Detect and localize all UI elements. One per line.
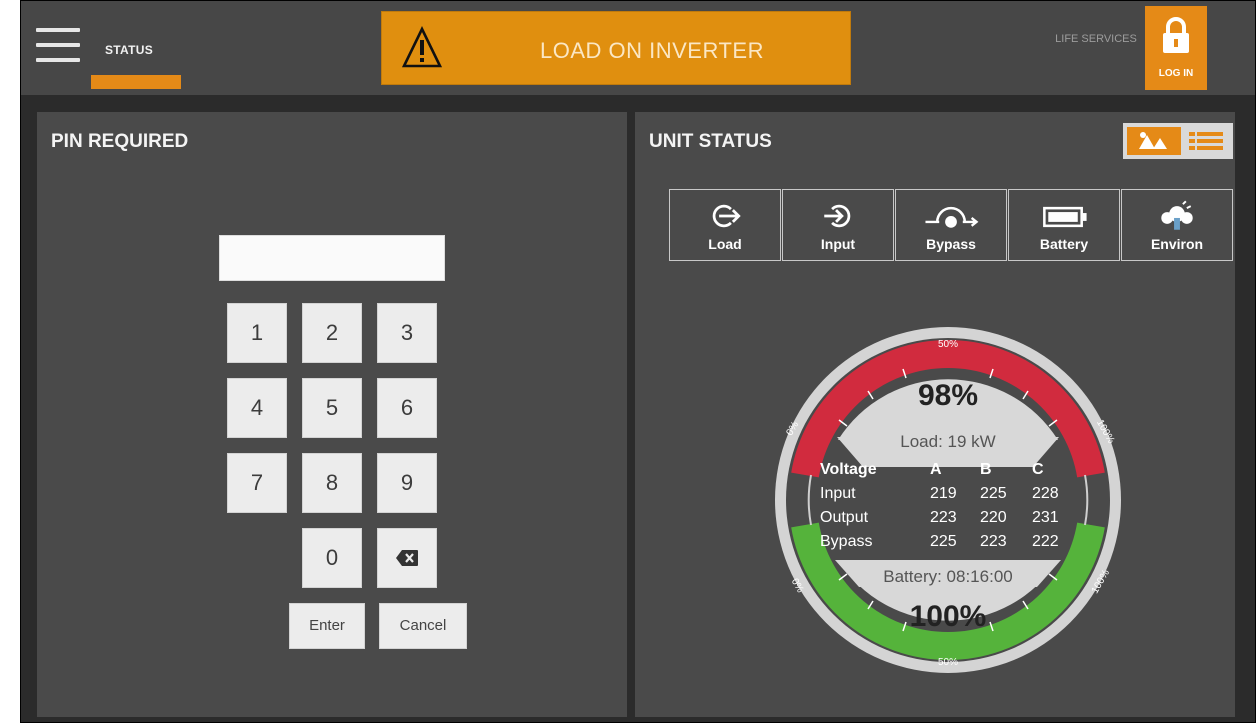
tab-environ-label: Environ bbox=[1150, 236, 1204, 252]
unit-status-title: UNIT STATUS bbox=[649, 131, 772, 152]
login-button[interactable]: LOG IN bbox=[1145, 6, 1207, 90]
active-tab-indicator bbox=[91, 75, 181, 89]
row-label: Input bbox=[820, 485, 856, 502]
tab-status-label: STATUS bbox=[105, 43, 154, 57]
backspace-icon bbox=[396, 550, 418, 566]
mimic-view-icon bbox=[1139, 132, 1167, 149]
graphic-view-button[interactable] bbox=[1127, 127, 1181, 155]
unit-status-panel: UNIT STATUS Load Input Bypass Battery En… bbox=[635, 112, 1235, 717]
key-4[interactable]: 4 bbox=[227, 378, 287, 438]
row-label: Bypass bbox=[820, 533, 873, 550]
load-arc-label-mid: 50% bbox=[938, 339, 958, 350]
lock-icon bbox=[1163, 17, 1189, 53]
load-kw: Load: 19 kW bbox=[900, 432, 996, 451]
cell-a: 223 bbox=[930, 509, 957, 526]
pin-panel-title: PIN REQUIRED bbox=[51, 131, 189, 152]
tab-bypass[interactable]: Bypass bbox=[895, 189, 1007, 261]
cancel-button[interactable]: Cancel bbox=[379, 603, 467, 649]
phase-c-header: C bbox=[1032, 461, 1044, 478]
top-bar: STATUS LOAD ON INVERTER LIFE SERVICES LO… bbox=[21, 1, 1255, 95]
tab-environ[interactable]: Environ bbox=[1121, 189, 1233, 261]
tab-status[interactable]: STATUS bbox=[89, 39, 181, 89]
key-3[interactable]: 3 bbox=[377, 303, 437, 363]
list-view-button[interactable] bbox=[1183, 127, 1229, 155]
enter-button[interactable]: Enter bbox=[289, 603, 365, 649]
tab-bypass-label: Bypass bbox=[926, 236, 976, 252]
alarm-banner[interactable]: LOAD ON INVERTER bbox=[381, 11, 851, 85]
voltage-header: Voltage bbox=[820, 461, 877, 478]
battery-arc-label-mid: 50% bbox=[938, 657, 958, 668]
row-label: Output bbox=[820, 509, 869, 526]
cell-c: 222 bbox=[1032, 533, 1059, 550]
cell-b: 223 bbox=[980, 533, 1007, 550]
table-row: Output 223 220 231 bbox=[820, 508, 1080, 532]
tab-load-label: Load bbox=[708, 236, 742, 252]
bypass-icon bbox=[925, 206, 979, 228]
key-0[interactable]: 0 bbox=[302, 528, 362, 588]
battery-percent: 100% bbox=[909, 600, 987, 633]
cell-a: 219 bbox=[930, 485, 957, 502]
load-icon bbox=[712, 204, 741, 228]
key-6[interactable]: 6 bbox=[377, 378, 437, 438]
cell-b: 220 bbox=[980, 509, 1007, 526]
life-services-button[interactable]: LIFE SERVICES bbox=[1051, 31, 1141, 47]
pin-panel: PIN REQUIRED 1 2 3 4 5 6 7 8 9 0 Enter C… bbox=[37, 112, 627, 717]
battery-icon bbox=[1043, 206, 1087, 228]
alarm-text: LOAD ON INVERTER bbox=[540, 38, 764, 63]
menu-icon[interactable] bbox=[36, 28, 80, 66]
tab-battery-label: Battery bbox=[1039, 236, 1089, 252]
load-percent: 98% bbox=[917, 379, 979, 412]
key-1[interactable]: 1 bbox=[227, 303, 287, 363]
battery-runtime: Battery: 08:16:00 bbox=[883, 567, 1013, 586]
view-toggle bbox=[1123, 123, 1233, 159]
voltage-table: Voltage A B C Input 219 225 228 Output 2… bbox=[820, 460, 1080, 556]
cell-b: 225 bbox=[980, 485, 1007, 502]
environment-icon bbox=[1161, 200, 1193, 230]
input-icon bbox=[824, 204, 851, 228]
warning-icon bbox=[402, 26, 442, 68]
app-frame: STATUS LOAD ON INVERTER LIFE SERVICES LO… bbox=[20, 0, 1256, 723]
key-7[interactable]: 7 bbox=[227, 453, 287, 513]
tab-battery[interactable]: Battery bbox=[1008, 189, 1120, 261]
cell-c: 228 bbox=[1032, 485, 1059, 502]
backspace-button[interactable] bbox=[377, 528, 437, 588]
table-row: Bypass 225 223 222 bbox=[820, 532, 1080, 556]
phase-b-header: B bbox=[980, 461, 992, 478]
list-icon bbox=[1189, 132, 1223, 150]
cell-a: 225 bbox=[930, 533, 957, 550]
tab-input-label: Input bbox=[820, 236, 856, 252]
status-tabs: Load Input Bypass Battery Environ bbox=[669, 189, 1235, 261]
table-row: Input 219 225 228 bbox=[820, 484, 1080, 508]
key-9[interactable]: 9 bbox=[377, 453, 437, 513]
login-label: LOG IN bbox=[1158, 68, 1194, 79]
tab-load[interactable]: Load bbox=[669, 189, 781, 261]
key-8[interactable]: 8 bbox=[302, 453, 362, 513]
key-5[interactable]: 5 bbox=[302, 378, 362, 438]
tab-input[interactable]: Input bbox=[782, 189, 894, 261]
key-2[interactable]: 2 bbox=[302, 303, 362, 363]
voltage-header-row: Voltage A B C bbox=[820, 460, 1080, 484]
pin-input[interactable] bbox=[219, 235, 445, 281]
cell-c: 231 bbox=[1032, 509, 1059, 526]
phase-a-header: A bbox=[930, 461, 942, 478]
